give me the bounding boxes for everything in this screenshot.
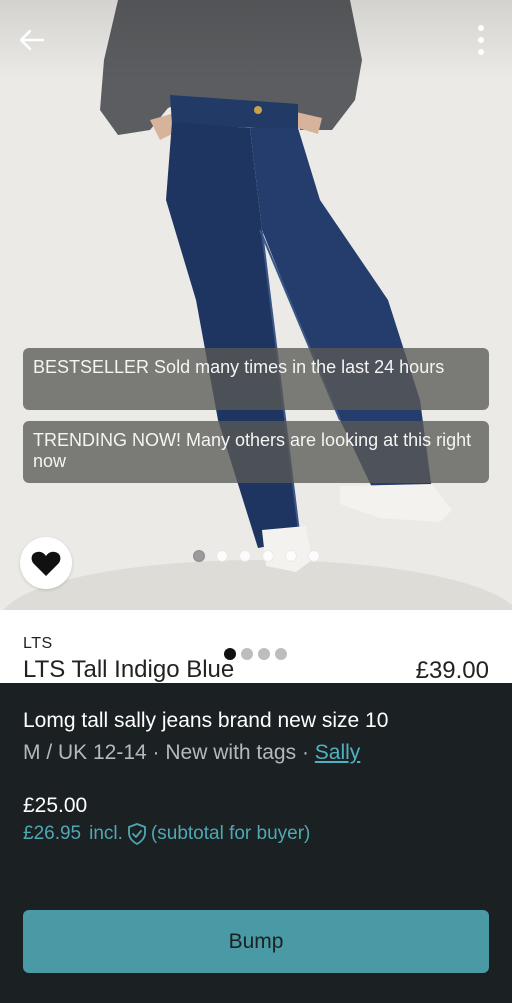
photo-top-gradient — [0, 0, 512, 80]
back-button[interactable] — [14, 24, 50, 56]
listing-price: £25.00 — [23, 794, 88, 817]
photo-product-name: LTS Tall Indigo Blue — [23, 656, 235, 683]
buyer-price: £26.95 — [23, 823, 82, 844]
heart-icon — [31, 551, 61, 576]
shield-check-icon — [128, 823, 146, 845]
meta-separator: · — [296, 741, 315, 764]
buyer-note: (subtotal for buyer) — [150, 823, 311, 844]
gallery-dot[interactable] — [193, 550, 205, 562]
gallery-dot[interactable] — [262, 550, 274, 562]
product-photo[interactable]: BESTSELLER Sold many times in the last 2… — [0, 0, 512, 610]
brand-link[interactable]: Sally — [315, 741, 361, 764]
more-vertical-icon — [478, 25, 484, 55]
gallery-dot[interactable] — [308, 550, 320, 562]
more-options-button[interactable] — [466, 22, 496, 58]
size-label: M / UK 12-14 — [23, 741, 147, 764]
bump-button[interactable]: Bump — [23, 910, 489, 973]
photo-product-strip: LTS LTS Tall Indigo Blue £39.00 — [0, 610, 512, 683]
buyer-incl: incl. — [89, 823, 123, 844]
gallery-pagination[interactable] — [193, 550, 320, 562]
listing-panel: Lomg tall sally jeans brand new size 10 … — [0, 683, 512, 1003]
gallery-dot[interactable] — [285, 550, 297, 562]
gallery-dot[interactable] — [239, 550, 251, 562]
trending-banner: TRENDING NOW! Many others are looking at… — [23, 421, 489, 483]
listing-meta: M / UK 12-14 · New with tags · Sally — [23, 741, 360, 765]
condition-label: New with tags — [165, 741, 297, 764]
buyer-protection-price[interactable]: £26.95 incl. (subtotal for buyer) — [23, 823, 310, 845]
jeans-model-illustration — [0, 0, 512, 610]
listing-title: Lomg tall sally jeans brand new size 10 — [23, 709, 389, 732]
photo-product-price: £39.00 — [415, 657, 489, 683]
arrow-left-icon — [19, 29, 45, 51]
gallery-dot[interactable] — [216, 550, 228, 562]
photo-brand-label: LTS — [23, 635, 53, 652]
meta-separator: · — [146, 741, 166, 764]
favourite-button[interactable] — [20, 537, 72, 589]
strip-dot — [241, 648, 253, 660]
strip-dot — [275, 648, 287, 660]
strip-dot — [258, 648, 270, 660]
bestseller-banner: BESTSELLER Sold many times in the last 2… — [23, 348, 489, 410]
